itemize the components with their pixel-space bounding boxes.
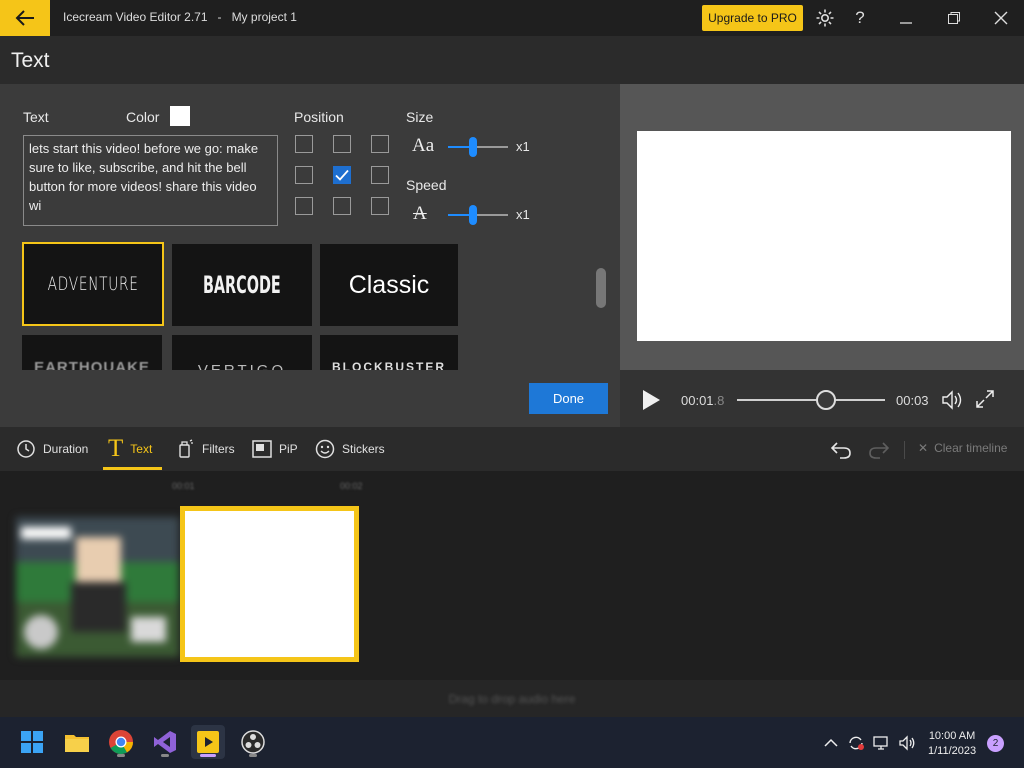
style-name: Classic [348, 270, 430, 299]
network-icon[interactable] [873, 735, 891, 751]
style-card-earthquake[interactable]: EARTHQUAKE [22, 335, 162, 370]
style-card-classic[interactable]: Classic [320, 244, 458, 326]
style-name: ADVENTURE [47, 273, 139, 295]
style-card-adventure[interactable]: ADVENTURE [22, 242, 164, 326]
tab-filters[interactable]: Filters [177, 427, 235, 471]
title-bar: Icecream Video Editor 2.71 - My project … [0, 0, 1024, 36]
page-title: Text [11, 49, 50, 72]
tab-text[interactable]: T Text [108, 427, 152, 471]
total-time: 00:03 [896, 393, 929, 408]
page-header: Text [0, 36, 1024, 84]
back-button[interactable] [0, 0, 50, 36]
style-gallery: ADVENTURE BARCODE Classic EARTHQUAKE VER… [0, 84, 600, 370]
gear-icon[interactable] [813, 6, 837, 30]
obs-studio-icon[interactable] [236, 725, 270, 759]
style-card-vertigo[interactable]: VERTIGO [172, 335, 312, 370]
icecream-video-editor-icon[interactable] [191, 725, 225, 759]
play-icon[interactable] [641, 389, 661, 416]
smiley-icon [315, 439, 335, 459]
video-clip[interactable] [16, 517, 179, 657]
tab-label: Duration [43, 442, 89, 456]
taskbar: 10:00 AM 1/11/2023 2 [0, 717, 1024, 768]
redo-icon[interactable] [868, 440, 890, 465]
volume-icon[interactable] [941, 389, 965, 416]
style-name: BLOCKBUSTER [332, 360, 446, 370]
arrow-left-icon [15, 10, 34, 26]
style-card-barcode[interactable]: BARCODE [172, 244, 312, 326]
running-indicator [249, 754, 257, 757]
tool-tabs: Duration T Text Filters PiP Stickers ✕ Cl… [0, 427, 1024, 471]
clock-time: 10:00 AM [928, 730, 976, 742]
speaker-icon[interactable] [898, 735, 916, 751]
undo-icon[interactable] [830, 440, 852, 465]
style-name: VERTIGO [198, 362, 286, 370]
visual-studio-icon[interactable] [148, 725, 182, 759]
audio-drop-hint: Drag to drop audio here [448, 691, 576, 706]
audio-drop-zone[interactable]: Drag to drop audio here [0, 680, 1024, 717]
active-tab-indicator [103, 467, 162, 470]
pip-icon [252, 440, 272, 458]
style-name: BARCODE [203, 271, 281, 299]
ruler-mark: 00:01 [172, 481, 195, 491]
tab-label: Text [130, 442, 153, 456]
fullscreen-icon[interactable] [975, 389, 995, 414]
text-tool-icon: T [108, 435, 124, 462]
file-explorer-icon[interactable] [60, 725, 94, 759]
current-time-main: 00:01 [681, 393, 714, 408]
done-button[interactable]: Done [529, 383, 608, 414]
chevron-up-icon[interactable] [822, 735, 840, 751]
style-card-blockbuster[interactable]: BLOCKBUSTER [320, 335, 458, 370]
notification-badge[interactable]: 2 [987, 735, 1004, 752]
style-name: EARTHQUAKE [34, 359, 150, 370]
clear-timeline-label: Clear timeline [934, 441, 1008, 455]
restore-icon[interactable] [942, 6, 966, 30]
style-gallery-scrollbar[interactable] [596, 268, 606, 308]
running-indicator [161, 754, 169, 757]
timeline[interactable]: 00:01 00:02 [0, 471, 1024, 680]
filters-icon [179, 439, 193, 458]
video-thumbnail [16, 517, 179, 657]
tab-label: PiP [279, 442, 298, 456]
tab-stickers[interactable]: Stickers [315, 427, 385, 471]
clear-icon: ✕ [918, 441, 929, 455]
app-name: Icecream Video Editor 2.71 [63, 10, 208, 24]
close-icon[interactable] [989, 6, 1013, 30]
window-title: Icecream Video Editor 2.71 - My project … [63, 10, 297, 24]
tab-label: Filters [202, 442, 235, 456]
running-indicator [200, 754, 216, 757]
project-name: My project 1 [231, 10, 297, 24]
seek-thumb[interactable] [815, 390, 836, 410]
running-indicator [117, 754, 125, 757]
title-separator: - [217, 10, 222, 24]
tab-pip[interactable]: PiP [252, 427, 298, 471]
preview-canvas [637, 131, 1011, 341]
upgrade-button[interactable]: Upgrade to PRO [702, 5, 803, 31]
help-icon[interactable]: ? [848, 6, 872, 30]
tab-label: Stickers [342, 442, 385, 456]
text-clip[interactable] [180, 506, 359, 662]
tab-duration[interactable]: Duration [16, 427, 88, 471]
ruler-mark: 00:02 [340, 481, 363, 491]
text-editor-panel: Text Color lets start this video! before… [0, 84, 620, 427]
current-time: 00:01.8 [681, 393, 724, 408]
windows-start-icon[interactable] [15, 725, 49, 759]
current-time-fraction: .8 [713, 393, 725, 408]
sync-icon[interactable] [847, 735, 865, 751]
clear-timeline-button[interactable]: ✕ Clear timeline [918, 441, 1007, 455]
seek-bar[interactable] [737, 399, 885, 401]
chrome-icon[interactable] [104, 725, 138, 759]
toolbar-divider [904, 441, 905, 459]
clock-date: 1/11/2023 [928, 745, 977, 757]
minimize-icon[interactable] [894, 6, 918, 30]
system-clock[interactable]: 10:00 AM 1/11/2023 [928, 729, 976, 759]
clock-icon [17, 440, 35, 458]
